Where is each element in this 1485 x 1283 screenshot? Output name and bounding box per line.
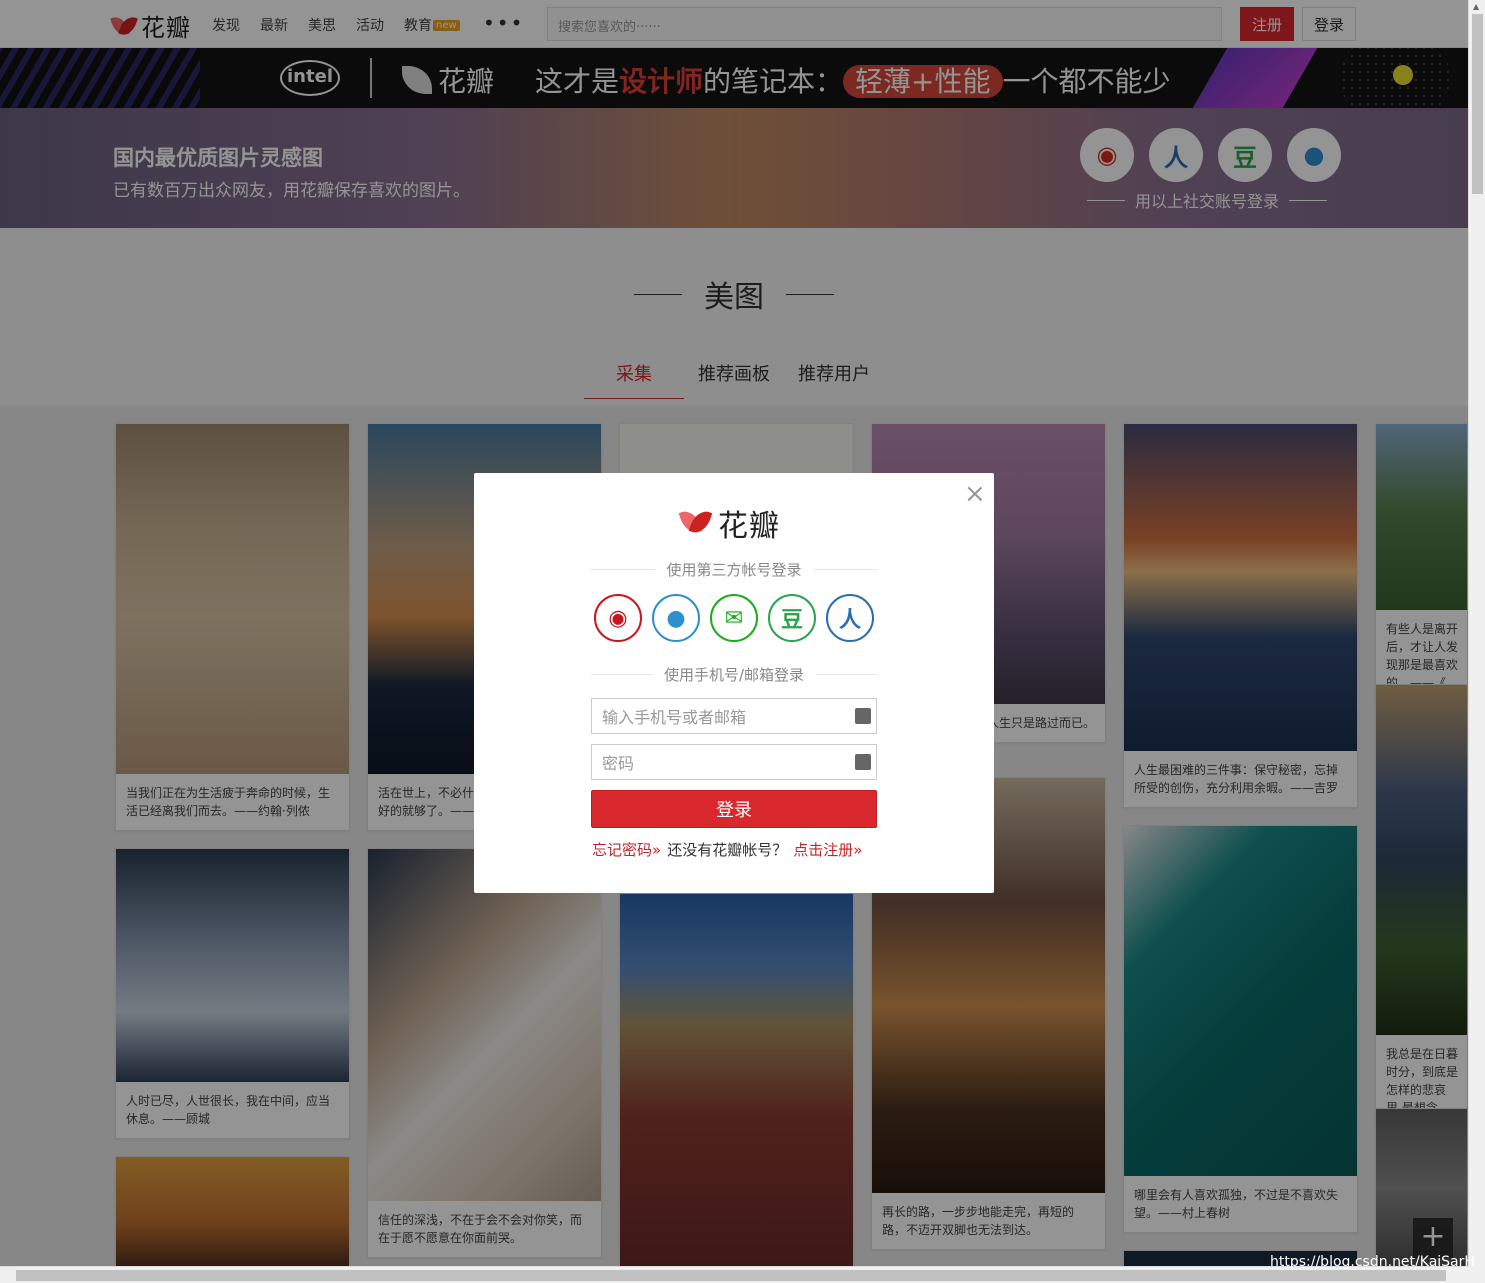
keyboard-icon[interactable] — [855, 708, 871, 724]
password-input[interactable]: 密码 — [591, 744, 877, 780]
wechat-icon[interactable]: ✉ — [710, 594, 758, 642]
login-submit-button[interactable]: 登录 — [591, 790, 877, 828]
weibo-icon[interactable]: ◉ — [594, 594, 642, 642]
modal-logo: 花瓣 — [678, 501, 780, 545]
horizontal-scrollbar[interactable] — [0, 1266, 1468, 1283]
petal-logo-icon — [678, 507, 713, 538]
third-party-divider: 使用第三方帐号登录 — [591, 559, 878, 580]
vertical-scrollbar[interactable]: ▲ — [1468, 0, 1485, 1266]
modal-brand-name: 花瓣 — [718, 509, 780, 544]
scrollbar-thumb[interactable] — [16, 1270, 1446, 1281]
close-icon[interactable]: × — [964, 481, 986, 507]
account-divider: 使用手机号/邮箱登录 — [591, 664, 877, 685]
account-input[interactable]: 输入手机号或者邮箱 — [591, 698, 877, 734]
watermark-text: https://blog.csdn.net/KaiSarH — [1270, 1254, 1475, 1270]
login-modal: × 花瓣 使用第三方帐号登录 ◉ ● ✉ 豆 人 使用手机号/邮箱登录 输入手机… — [474, 473, 994, 893]
renren-icon[interactable]: 人 — [826, 594, 874, 642]
douban-icon[interactable]: 豆 — [768, 594, 816, 642]
scrollbar-thumb[interactable] — [1472, 14, 1483, 194]
scroll-up-icon: ▲ — [1473, 2, 1480, 11]
register-link[interactable]: 点击注册» — [793, 839, 862, 860]
forgot-password-link[interactable]: 忘记密码» — [592, 839, 661, 860]
no-account-text: 还没有花瓣帐号？ — [667, 841, 788, 859]
keyboard-icon[interactable] — [855, 754, 871, 770]
modal-footer-links: 忘记密码» 还没有花瓣帐号？ 点击注册» — [592, 839, 862, 860]
qq-icon[interactable]: ● — [652, 594, 700, 642]
